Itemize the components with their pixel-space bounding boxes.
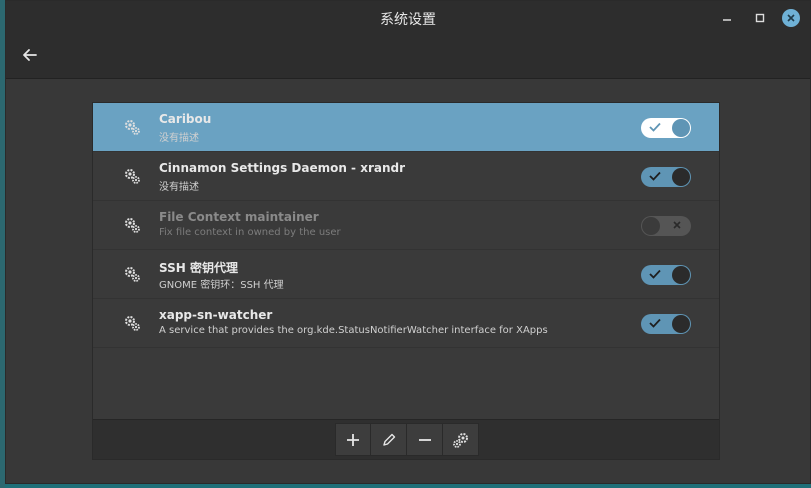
header-bar: 系统设置: [6, 1, 810, 79]
startup-applications-panel: Caribou 没有描述 Cinnamon Settings Daemon - …: [92, 102, 720, 460]
item-name: File Context maintainer: [159, 210, 319, 224]
gear-icon: [125, 316, 140, 331]
check-icon: [649, 171, 661, 181]
minimize-button[interactable]: [718, 9, 736, 27]
toggle-knob: [642, 217, 660, 235]
close-button[interactable]: [782, 9, 800, 27]
toggle-knob: [672, 315, 690, 333]
list-item[interactable]: Cinnamon Settings Daemon - xrandr 没有描述: [93, 152, 719, 201]
window-title: 系统设置: [380, 12, 436, 28]
add-button[interactable]: [335, 423, 371, 456]
startup-list: Caribou 没有描述 Cinnamon Settings Daemon - …: [93, 103, 719, 348]
list-toolbar: [93, 419, 719, 459]
check-icon: [649, 318, 661, 328]
gear-icon: [125, 120, 140, 135]
item-description: GNOME 密钥环：SSH 代理: [159, 280, 284, 291]
item-description: A service that provides the org.kde.Stat…: [159, 325, 548, 336]
check-icon: [649, 269, 661, 279]
enable-toggle[interactable]: [641, 118, 691, 138]
list-item[interactable]: File Context maintainer Fix file context…: [93, 201, 719, 250]
list-item[interactable]: SSH 密钥代理 GNOME 密钥环：SSH 代理: [93, 250, 719, 299]
plus-icon: [347, 433, 359, 446]
item-description: 没有描述: [159, 133, 199, 144]
close-icon: [787, 14, 795, 22]
edit-button[interactable]: [371, 423, 407, 456]
settings-gears-icon: [452, 432, 468, 448]
minus-icon: [418, 438, 431, 441]
item-description: 没有描述: [159, 182, 199, 193]
maximize-button[interactable]: [751, 9, 769, 27]
pencil-icon: [382, 433, 395, 446]
toggle-knob: [672, 266, 690, 284]
enable-toggle[interactable]: [641, 216, 691, 236]
back-button[interactable]: [20, 45, 40, 65]
toolbar-button-group: [335, 423, 479, 456]
item-name: Cinnamon Settings Daemon - xrandr: [159, 161, 406, 175]
minimize-icon: [723, 19, 731, 21]
enable-toggle[interactable]: [641, 314, 691, 334]
back-arrow-icon: [23, 49, 37, 61]
item-name: Caribou: [159, 112, 212, 126]
item-name: xapp-sn-watcher: [159, 308, 273, 322]
gear-icon: [125, 267, 140, 282]
settings-button[interactable]: [443, 423, 479, 456]
settings-window: 系统设置 Caribou 没有描述 Cinnamon Settings Daem…: [5, 0, 811, 484]
toggle-knob: [672, 168, 690, 186]
list-item[interactable]: Caribou 没有描述: [93, 103, 719, 152]
remove-button[interactable]: [407, 423, 443, 456]
maximize-icon: [755, 13, 765, 23]
enable-toggle[interactable]: [641, 167, 691, 187]
gear-icon: [125, 218, 140, 233]
item-name: SSH 密钥代理: [159, 261, 238, 275]
gear-icon: [125, 169, 140, 184]
toggle-knob: [672, 119, 690, 137]
enable-toggle[interactable]: [641, 265, 691, 285]
list-item[interactable]: xapp-sn-watcher A service that provides …: [93, 299, 719, 348]
item-description: Fix file context in owned by the user: [159, 227, 341, 238]
x-icon: [673, 221, 681, 229]
check-icon: [649, 122, 661, 132]
